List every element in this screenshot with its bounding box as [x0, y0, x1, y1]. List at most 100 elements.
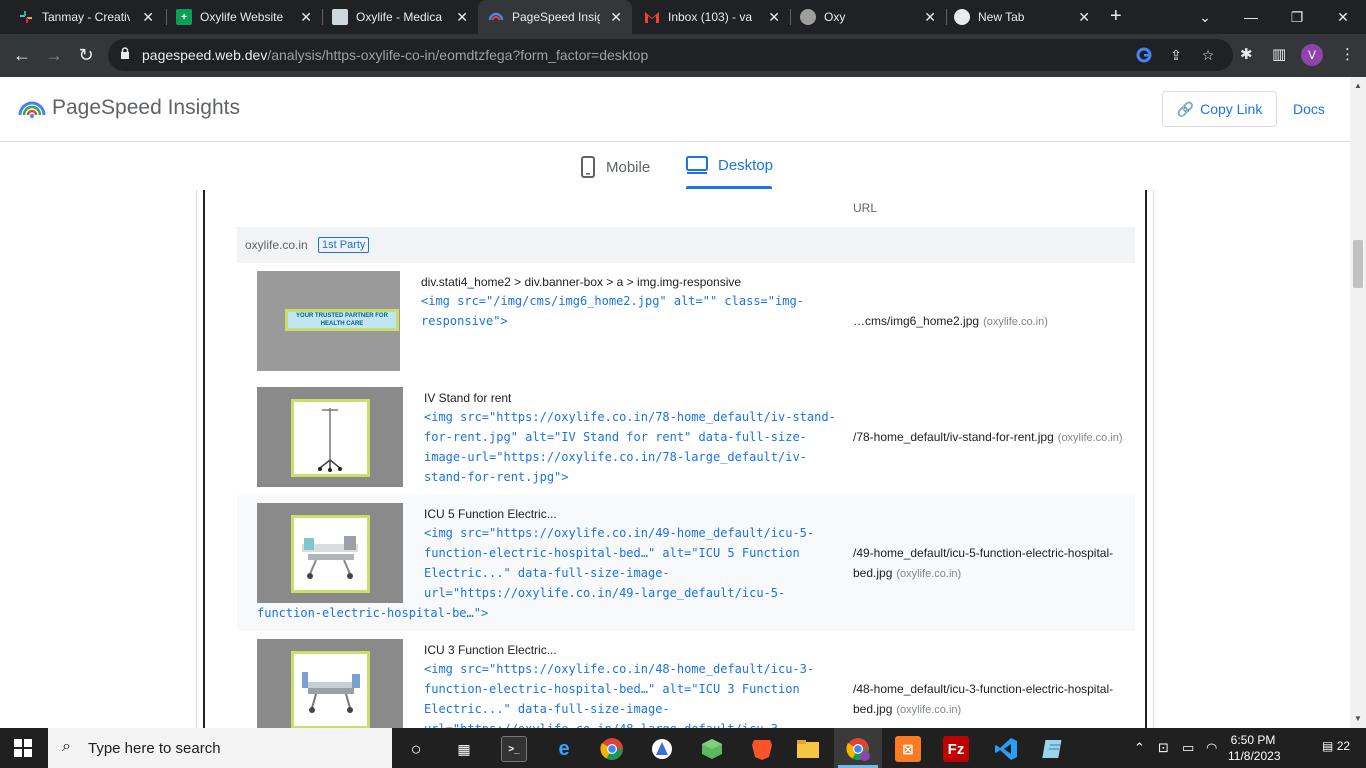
xampp-icon[interactable]: ⊠ — [895, 736, 921, 762]
image-elements-table: URL oxylife.co.in 1st Party YOUR TRUSTED… — [237, 190, 1135, 728]
copy-link-button[interactable]: 🔗 Copy Link — [1162, 91, 1277, 127]
close-tab-icon[interactable]: ✕ — [456, 9, 468, 25]
share-icon[interactable]: ⇪ — [1168, 47, 1184, 63]
windows-start-icon[interactable] — [14, 739, 32, 757]
element-thumbnail — [257, 503, 403, 603]
address-bar[interactable]: pagespeed.web.dev/analysis/https-oxylife… — [108, 39, 1233, 71]
node-label: div.stati4_home2 > div.banner-box > a > … — [421, 275, 742, 289]
taskbar-clock[interactable]: 6:50 PM 11/8/2023 — [1228, 732, 1281, 764]
close-window-button[interactable]: ✕ — [1320, 0, 1366, 34]
docs-link[interactable]: Docs — [1293, 101, 1325, 117]
tab-mobile[interactable]: Mobile — [580, 156, 650, 178]
chrome-icon — [954, 9, 970, 25]
forward-button[interactable]: → — [43, 44, 65, 66]
tab-title: PageSpeed Insig — [512, 10, 600, 24]
iv-stand-image — [318, 408, 342, 472]
browser-tab-oxy[interactable]: Oxy ✕ — [800, 0, 946, 34]
taskbar-search-box[interactable]: ⌕ Type here to search — [48, 728, 392, 768]
url-cell[interactable]: /48-home_default/icu-3-function-electric… — [853, 679, 1113, 720]
url-cell[interactable]: …cms/img6_home2.jpg (oxylife.co.in) — [853, 311, 1048, 332]
reload-button[interactable]: ↻ — [75, 44, 97, 66]
scroll-down-icon[interactable]: ▼ — [1354, 714, 1362, 723]
terminal-icon[interactable]: >_ — [501, 736, 527, 762]
browser-tab-pagespeed[interactable]: PageSpeed Insig ✕ — [478, 0, 632, 34]
tray-device-icon[interactable]: ⊡ — [1158, 740, 1169, 756]
pagespeed-icon — [488, 9, 504, 25]
vscode-icon[interactable] — [993, 736, 1019, 762]
psi-header: PageSpeed Insights 🔗 Copy Link Docs — [0, 77, 1350, 142]
profile-avatar[interactable]: V — [1301, 44, 1323, 66]
tab-search-icon[interactable]: ⌄ — [1182, 0, 1228, 34]
menu-icon[interactable]: ⋮ — [1340, 46, 1355, 64]
desktop-icon — [686, 156, 708, 174]
hospital-bed-image — [302, 672, 360, 713]
back-button[interactable]: ← — [11, 44, 33, 66]
browser-tab-gmail[interactable]: Inbox (103) - va ✕ — [644, 0, 790, 34]
extensions-icon[interactable]: ✱ — [1240, 46, 1253, 64]
cube-app-icon[interactable] — [699, 736, 725, 762]
wifi-icon[interactable]: ◠ — [1206, 740, 1217, 756]
url-cell[interactable]: /49-home_default/icu-5-function-electric… — [853, 543, 1113, 584]
pagespeed-logo-icon — [18, 101, 46, 118]
browser-toolbar: ← → ↻ pagespeed.web.dev/analysis/https-o… — [0, 34, 1366, 77]
html-snippet: <img src="https://oxylife.co.in/48-home_… — [424, 662, 815, 728]
close-tab-icon[interactable]: ✕ — [768, 9, 780, 25]
edge-icon[interactable]: e — [551, 736, 577, 762]
node-label: IV Stand for rent — [424, 391, 512, 405]
chrome-profile-icon[interactable] — [845, 736, 871, 762]
scroll-up-icon[interactable]: ▲ — [1354, 81, 1362, 90]
task-view-icon[interactable]: ▦ — [451, 736, 477, 762]
browser-tab-slack[interactable]: Tanmay - Creativ ✕ — [18, 0, 164, 34]
browser-tab-sheets[interactable]: + Oxylife Website ✕ — [176, 0, 322, 34]
chrome-icon[interactable] — [599, 736, 625, 762]
html-snippet: <img src="/img/cms/img6_home2.jpg" alt="… — [421, 294, 804, 328]
table-row: ICU 5 Function Electric... <img src="htt… — [237, 495, 1135, 631]
active-tab-indicator — [686, 186, 772, 189]
close-tab-icon[interactable]: ✕ — [610, 9, 622, 25]
url-column-header: URL — [853, 201, 878, 215]
browser-tab-new[interactable]: New Tab ✕ — [954, 0, 1100, 34]
minimize-button[interactable]: — — [1228, 0, 1274, 34]
notification-icon: ▤ — [1322, 739, 1334, 753]
tray-chevron-icon[interactable]: ⌃ — [1134, 740, 1145, 756]
device-tabs: Mobile Desktop — [0, 142, 1350, 190]
bookmark-star-icon[interactable]: ☆ — [1200, 47, 1216, 63]
node-label: ICU 3 Function Electric... — [424, 643, 557, 657]
app-icon[interactable] — [649, 736, 675, 762]
filezilla-icon[interactable]: Fz — [943, 736, 969, 762]
copy-link-label: Copy Link — [1200, 101, 1263, 117]
cortana-icon[interactable]: ○ — [403, 736, 429, 762]
notification-center[interactable]: ▤ 22 — [1322, 739, 1350, 753]
element-thumbnail — [257, 387, 403, 487]
tab-title: Oxy — [824, 10, 846, 24]
clock-time: 6:50 PM — [1230, 733, 1276, 747]
new-tab-button[interactable]: + — [1110, 6, 1122, 26]
tab-mobile-label: Mobile — [606, 158, 651, 176]
side-panel-icon[interactable]: ▥ — [1272, 46, 1286, 64]
scroll-thumb[interactable] — [1353, 240, 1363, 288]
url-cell[interactable]: /78-home_default/iv-stand-for-rent.jpg (o… — [853, 427, 1123, 448]
element-thumbnail: YOUR TRUSTED PARTNER FOR HEALTH CARE — [257, 271, 400, 371]
close-tab-icon[interactable]: ✕ — [924, 9, 936, 25]
browser-tab-oxylife[interactable]: Oxylife - Medica ✕ — [332, 0, 478, 34]
clock-date: 11/8/2023 — [1228, 749, 1281, 763]
slack-icon — [18, 9, 34, 25]
close-tab-icon[interactable]: ✕ — [300, 9, 312, 25]
page-scrollbar[interactable]: ▲ ▼ — [1350, 77, 1366, 728]
file-explorer-icon[interactable] — [795, 736, 821, 762]
party-name: oxylife.co.in — [245, 238, 308, 252]
element-thumbnail — [257, 639, 403, 728]
battery-icon[interactable]: ▭ — [1182, 740, 1194, 756]
tab-title: Inbox (103) - va — [668, 10, 753, 24]
restore-button[interactable]: ❐ — [1274, 0, 1320, 34]
google-icon[interactable] — [1136, 47, 1152, 63]
notification-count: 22 — [1336, 739, 1351, 753]
close-tab-icon[interactable]: ✕ — [1078, 9, 1090, 25]
brave-icon[interactable] — [749, 736, 775, 762]
tab-desktop[interactable]: Desktop — [686, 156, 773, 174]
first-party-badge: 1st Party — [318, 237, 370, 253]
windows-taskbar: ⌕ Type here to search ○ ▦ >_ e ⊠ Fz ⌃ ⊡ … — [0, 728, 1366, 768]
close-tab-icon[interactable]: ✕ — [142, 9, 154, 25]
notepad-icon[interactable] — [1041, 736, 1067, 762]
html-snippet: <img src="https://oxylife.co.in/78-home_… — [424, 410, 836, 484]
